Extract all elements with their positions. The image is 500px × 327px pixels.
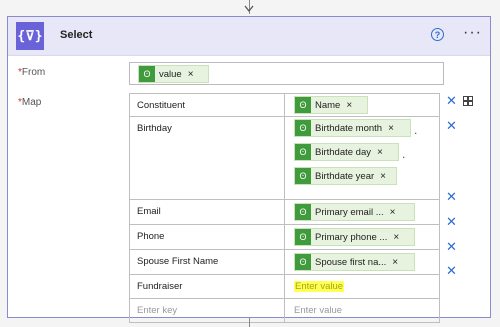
map-row: Fundraiser Enter value (130, 275, 439, 299)
token-label: Birthdate year (315, 170, 375, 182)
token-label: Birthdate month (315, 122, 383, 134)
dynamic-content-token[interactable]: ʘ Birthdate day × (294, 143, 399, 161)
token-label: Birthdate day (315, 146, 371, 158)
token-remove-button[interactable]: × (388, 123, 394, 134)
map-row: Constituent ʘ Name × (130, 94, 439, 117)
action-header[interactable]: {⊽} Select ? ··· (8, 17, 490, 56)
dynamic-content-token[interactable]: ʘ Primary phone ... × (294, 228, 415, 246)
map-key-cell[interactable]: Fundraiser (130, 275, 285, 298)
from-label: *From (18, 67, 46, 78)
map-key-cell[interactable]: Phone (130, 225, 285, 249)
map-label: *Map (18, 97, 42, 108)
chevron-down-icon (244, 5, 254, 13)
flow-connector-line-bottom (249, 318, 250, 327)
dynamic-content-token[interactable]: ʘ Name × (294, 96, 368, 114)
text-cursor-mark: . (414, 123, 418, 137)
dynamic-content-icon: ʘ (295, 97, 311, 113)
select-operation-icon: {⊽} (16, 22, 44, 50)
token-label: Primary email ... (315, 206, 384, 218)
map-row: Email ʘ Primary email ... × (130, 200, 439, 225)
map-table: Constituent ʘ Name × Birthday ʘ Birthdat… (129, 93, 440, 323)
switch-to-text-mode-icon[interactable] (462, 95, 474, 107)
token-remove-button[interactable]: × (393, 232, 399, 243)
dynamic-content-icon: ʘ (295, 254, 311, 270)
map-row: Birthday ʘ Birthdate month × . ʘ Birthda… (130, 117, 439, 200)
token-remove-button[interactable]: × (377, 147, 383, 158)
dynamic-content-token[interactable]: ʘ Birthdate month × (294, 119, 411, 137)
map-value-input[interactable]: Enter value (294, 281, 345, 292)
map-row: Spouse First Name ʘ Spouse first na... × (130, 250, 439, 275)
delete-row-icon[interactable]: ✕ (446, 264, 457, 277)
map-key[interactable]: Constituent (137, 100, 185, 111)
dynamic-content-icon: ʘ (295, 144, 311, 160)
new-key-placeholder[interactable]: Enter key (137, 305, 177, 316)
map-key[interactable]: Email (137, 206, 161, 217)
delete-row-icon[interactable]: ✕ (446, 119, 457, 132)
dynamic-content-icon: ʘ (139, 66, 155, 82)
delete-row-icon[interactable]: ✕ (446, 215, 457, 228)
text-cursor-mark: . (402, 147, 406, 161)
more-options-icon[interactable]: ··· (463, 24, 482, 42)
token-label: Name (315, 99, 341, 111)
from-input[interactable]: ʘ value × (129, 62, 444, 85)
token-label: value (159, 68, 182, 80)
map-key-cell[interactable]: Birthday (130, 117, 285, 199)
map-key-cell[interactable]: Spouse First Name (130, 250, 285, 274)
select-action-card: {⊽} Select ? ··· *From ʘ value × *Map Co… (7, 16, 491, 323)
dynamic-content-icon: ʘ (295, 204, 311, 220)
map-key-cell[interactable]: Constituent (130, 94, 285, 116)
dynamic-content-icon: ʘ (295, 168, 311, 184)
map-key-cell[interactable]: Email (130, 200, 285, 224)
token-remove-button[interactable]: × (346, 100, 352, 111)
map-key[interactable]: Spouse First Name (137, 256, 218, 267)
map-key-cell[interactable]: Enter key (130, 299, 285, 322)
token-remove-button[interactable]: × (392, 257, 398, 268)
map-value-placeholder: Enter value (294, 281, 345, 292)
dynamic-content-token[interactable]: ʘ Spouse first na... × (294, 253, 415, 271)
dynamic-content-token[interactable]: ʘ Birthdate year × (294, 167, 397, 185)
dynamic-content-token[interactable]: ʘ value × (138, 65, 209, 83)
delete-row-icon[interactable]: ✕ (446, 190, 457, 203)
delete-row-icon[interactable]: ✕ (446, 240, 457, 253)
dynamic-content-icon: ʘ (295, 120, 311, 136)
dynamic-content-icon: ʘ (295, 229, 311, 245)
map-new-row: Enter key Enter value (130, 299, 439, 322)
map-key[interactable]: Fundraiser (137, 281, 182, 292)
map-key[interactable]: Birthday (137, 123, 172, 134)
token-label: Spouse first na... (315, 256, 387, 268)
help-icon[interactable]: ? (431, 28, 444, 41)
map-key[interactable]: Phone (137, 231, 164, 242)
token-remove-button[interactable]: × (188, 69, 194, 80)
token-remove-button[interactable]: × (380, 171, 386, 182)
map-row: Phone ʘ Primary phone ... × (130, 225, 439, 250)
new-value-placeholder[interactable]: Enter value (294, 305, 342, 316)
action-title[interactable]: Select (60, 29, 92, 41)
token-label: Primary phone ... (315, 231, 388, 243)
token-remove-button[interactable]: × (390, 207, 396, 218)
delete-row-icon[interactable]: ✕ (446, 94, 457, 107)
dynamic-content-token[interactable]: ʘ Primary email ... × (294, 203, 415, 221)
